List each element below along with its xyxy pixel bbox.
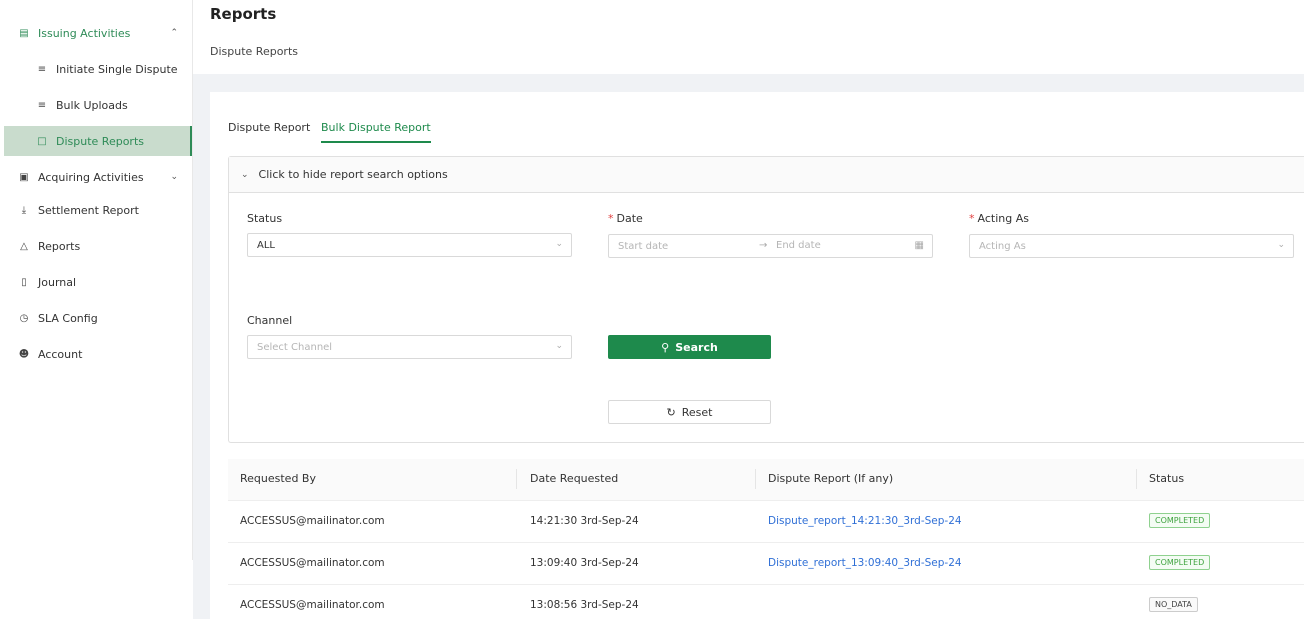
- book-icon: ▯: [21, 276, 27, 288]
- channel-label: Channel: [247, 314, 293, 327]
- warning-icon: △: [20, 240, 28, 252]
- reload-icon: ↻: [666, 405, 676, 419]
- search-button-label: Search: [675, 340, 718, 354]
- table-row: ACCESSUS@mailinator.com 14:21:30 3rd-Sep…: [228, 501, 1304, 543]
- chevron-up-icon: ⌃: [170, 28, 178, 38]
- sidebar-item-issuing-activities[interactable]: ▤ Issuing Activities ⌃: [0, 18, 192, 48]
- start-date-input[interactable]: Start date: [618, 241, 668, 252]
- column-divider: [755, 469, 756, 489]
- tab-dispute-report[interactable]: Dispute Report: [228, 121, 310, 134]
- status-select[interactable]: ALL ⌄: [247, 233, 572, 257]
- page-title: Reports: [210, 5, 277, 23]
- report-link[interactable]: Dispute_report_13:09:40_3rd-Sep-24: [768, 557, 962, 569]
- sidebar-item-label: Issuing Activities: [38, 26, 131, 40]
- search-options-toggle[interactable]: ⌄ Click to hide report search options: [229, 157, 1304, 193]
- status-badge: COMPLETED: [1149, 555, 1211, 570]
- date-requested-cell: 13:09:40 3rd-Sep-24: [530, 557, 639, 569]
- end-date-input[interactable]: End date: [776, 240, 821, 251]
- status-badge: NO_DATA: [1149, 597, 1198, 612]
- user-icon: ☻: [18, 348, 30, 360]
- toggle-label: Click to hide report search options: [258, 168, 448, 181]
- table-header: Requested By Date Requested Dispute Repo…: [228, 459, 1304, 501]
- column-divider: [516, 469, 517, 489]
- sidebar-item-dispute-reports[interactable]: □ Dispute Reports: [4, 126, 192, 156]
- arrow-right-icon: →: [759, 240, 768, 251]
- sidebar-item-journal[interactable]: ▯ Journal: [0, 267, 192, 297]
- sidebar-item-label: Reports: [38, 239, 81, 253]
- sidebar-item-label: Account: [38, 347, 83, 361]
- acquiring-icon: ▣: [19, 171, 29, 183]
- column-dispute-report: Dispute Report (If any): [768, 472, 894, 485]
- status-value: ALL: [257, 239, 275, 251]
- sidebar-item-label: Initiate Single Dispute: [56, 62, 178, 76]
- channel-select[interactable]: Select Channel ⌄: [247, 335, 572, 359]
- sidebar-item-label: Bulk Uploads: [56, 98, 128, 112]
- report-link[interactable]: Dispute_report_14:21:30_3rd-Sep-24: [768, 515, 962, 527]
- list-icon: ≡: [37, 63, 47, 75]
- column-requested-by: Requested By: [240, 472, 316, 485]
- sidebar-item-initiate-single-dispute[interactable]: ≡ Initiate Single Dispute: [0, 54, 192, 84]
- sidebar-item-settlement-report[interactable]: ⤓ Settlement Report: [0, 195, 192, 225]
- date-requested-cell: 13:08:56 3rd-Sep-24: [530, 599, 639, 611]
- acting-as-select[interactable]: Acting As ⌄: [969, 234, 1294, 258]
- list-icon: ≡: [37, 99, 47, 111]
- requested-by-cell: ACCESSUS@mailinator.com: [240, 557, 385, 569]
- required-mark: *: [969, 212, 975, 225]
- reset-button-label: Reset: [681, 405, 713, 419]
- column-status: Status: [1149, 472, 1185, 485]
- acting-as-placeholder: Acting As: [979, 240, 1026, 252]
- sidebar-item-acquiring-activities[interactable]: ▣ Acquiring Activities ⌄: [0, 162, 192, 192]
- acting-as-label: * Acting As: [969, 212, 1029, 225]
- issuing-icon: ▤: [19, 27, 29, 39]
- chevron-down-icon: ⌄: [241, 169, 249, 180]
- requested-by-cell: ACCESSUS@mailinator.com: [240, 515, 385, 527]
- download-icon: ⤓: [21, 204, 27, 216]
- date-label-text: Date: [616, 212, 643, 225]
- required-mark: *: [608, 212, 614, 225]
- search-button[interactable]: ⚲ Search: [608, 335, 771, 359]
- date-range-picker[interactable]: Start date → End date ▦: [608, 234, 933, 258]
- column-divider: [1136, 469, 1137, 489]
- status-label: Status: [247, 212, 283, 225]
- report-file-icon: □: [37, 135, 47, 147]
- sidebar-item-label: SLA Config: [38, 311, 98, 325]
- reset-button[interactable]: ↻ Reset: [608, 400, 771, 424]
- breadcrumb: Dispute Reports: [210, 45, 298, 58]
- table-row: ACCESSUS@mailinator.com 13:09:40 3rd-Sep…: [228, 543, 1304, 585]
- chevron-down-icon: ⌄: [555, 341, 563, 351]
- sidebar-item-label: Journal: [38, 275, 77, 289]
- channel-placeholder: Select Channel: [257, 341, 333, 353]
- search-icon: ⚲: [661, 340, 670, 354]
- sidebar-item-label: Acquiring Activities: [38, 170, 144, 184]
- date-requested-cell: 14:21:30 3rd-Sep-24: [530, 515, 639, 527]
- sidebar-item-reports[interactable]: △ Reports: [0, 231, 192, 261]
- chevron-down-icon: ⌄: [1277, 240, 1285, 250]
- sidebar-item-label: Settlement Report: [38, 203, 139, 217]
- tab-bulk-dispute-report[interactable]: Bulk Dispute Report: [321, 121, 431, 143]
- requested-by-cell: ACCESSUS@mailinator.com: [240, 599, 385, 611]
- acting-as-label-text: Acting As: [977, 212, 1029, 225]
- table-row: ACCESSUS@mailinator.com 13:08:56 3rd-Sep…: [228, 585, 1304, 619]
- status-badge: COMPLETED: [1149, 513, 1211, 528]
- column-date-requested: Date Requested: [530, 472, 619, 485]
- chevron-down-icon: ⌄: [555, 239, 563, 249]
- date-label: * Date: [608, 212, 643, 225]
- sidebar-item-bulk-uploads[interactable]: ≡ Bulk Uploads: [0, 90, 192, 120]
- page-header: Reports Dispute Reports: [193, 0, 1304, 74]
- sidebar-item-sla-config[interactable]: ◷ SLA Config: [0, 303, 192, 333]
- chevron-down-icon: ⌄: [170, 172, 178, 182]
- clock-icon: ◷: [19, 312, 29, 324]
- sidebar-item-label: Dispute Reports: [56, 134, 144, 148]
- sidebar: ▤ Issuing Activities ⌃ ≡ Initiate Single…: [0, 0, 193, 560]
- sidebar-item-account[interactable]: ☻ Account: [0, 339, 192, 369]
- calendar-icon: ▦: [914, 240, 924, 251]
